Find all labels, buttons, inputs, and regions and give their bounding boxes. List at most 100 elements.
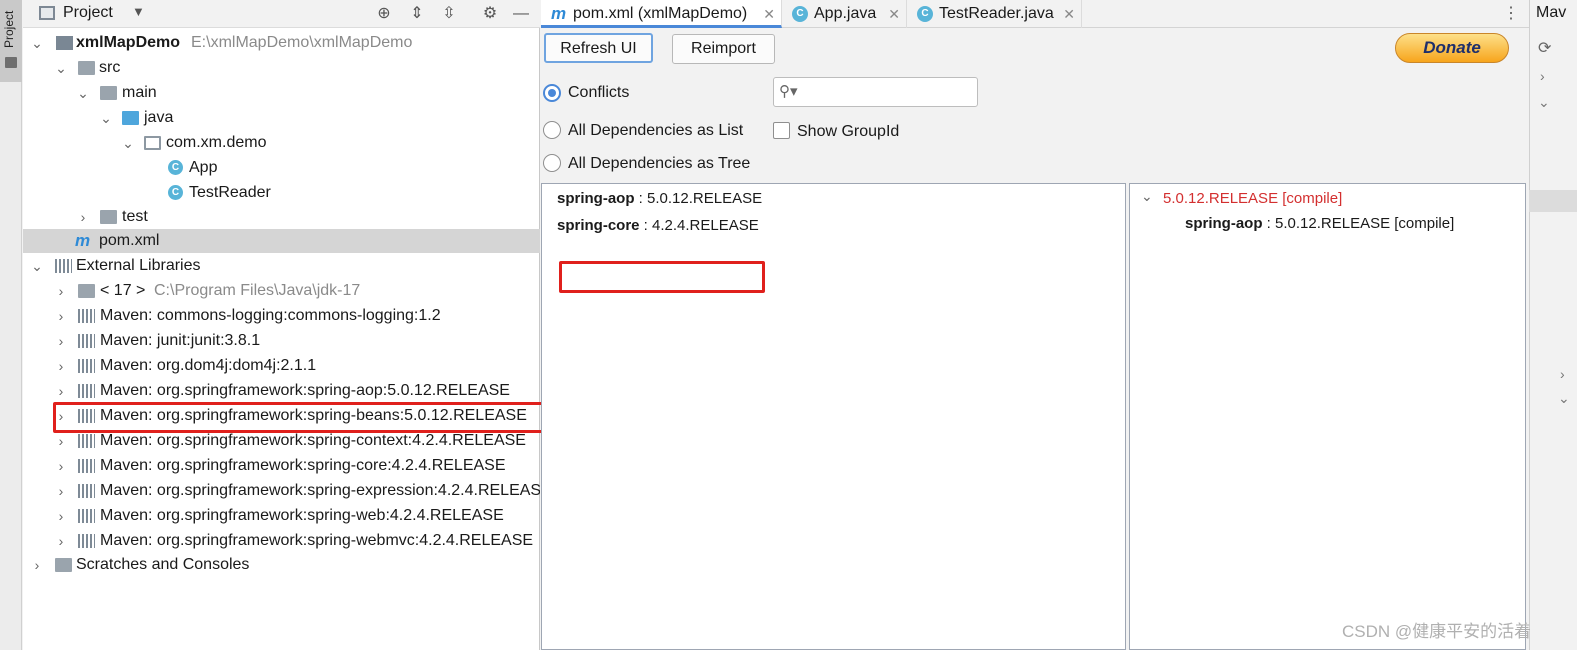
search-icon: ⚲▾: [779, 83, 798, 100]
tab-pom-xml[interactable]: m pom.xml (xmlMapDemo) ✕: [541, 0, 782, 28]
minimize-icon[interactable]: —: [512, 5, 530, 23]
chevron-right-icon[interactable]: ›: [54, 304, 68, 328]
refresh-ui-button[interactable]: Refresh UI: [544, 33, 653, 63]
java-class-icon: C: [168, 185, 183, 200]
tree-item-library[interactable]: › Maven: junit:junit:3.8.1: [23, 329, 540, 353]
project-view-icon: [39, 6, 55, 20]
chevron-down-icon[interactable]: ⌄: [1558, 390, 1570, 407]
chevron-right-icon[interactable]: ›: [1560, 366, 1565, 382]
library-icon: [78, 309, 95, 323]
tree-item-scratches[interactable]: › Scratches and Consoles: [23, 553, 540, 577]
tree-item-testreader[interactable]: C TestReader: [23, 181, 540, 205]
maven-selected-row[interactable]: [1529, 190, 1577, 212]
tree-item-library[interactable]: › Maven: org.springframework:spring-webm…: [23, 529, 540, 553]
locate-icon[interactable]: ⊕: [375, 5, 393, 23]
search-input[interactable]: [773, 77, 978, 107]
tree-item-pom[interactable]: m pom.xml: [23, 229, 540, 253]
tab-app-java[interactable]: C App.java ✕: [782, 0, 907, 28]
project-tool-label[interactable]: Project: [2, 4, 20, 54]
list-item[interactable]: spring-aop : 5.0.12.RELEASE [compile]: [1185, 215, 1454, 232]
tree-item-app[interactable]: C App: [23, 156, 540, 180]
maven-file-icon: m: [75, 231, 91, 250]
close-icon[interactable]: ✕: [1063, 0, 1075, 28]
as-list-radio[interactable]: [543, 121, 561, 139]
library-icon: [78, 509, 95, 523]
chevron-down-icon[interactable]: ⌄: [99, 106, 113, 130]
chevron-down-icon[interactable]: ⌄: [121, 131, 135, 155]
chevron-down-icon[interactable]: ⌄: [1141, 188, 1153, 205]
expand-all-icon[interactable]: ⇕: [408, 5, 426, 23]
folder-icon: [5, 57, 17, 68]
close-icon[interactable]: ✕: [763, 0, 775, 28]
tree-item-path: C:\Program Files\Java\jdk-17: [154, 282, 361, 299]
conflicts-label[interactable]: Conflicts: [568, 84, 629, 102]
donate-button[interactable]: Donate: [1395, 33, 1509, 63]
tree-item-label: External Libraries: [76, 257, 201, 274]
tab-testreader-java[interactable]: C TestReader.java ✕: [907, 0, 1082, 28]
tree-item-java[interactable]: ⌄ java: [23, 106, 540, 130]
chevron-down-icon[interactable]: ⌄: [54, 56, 68, 80]
chevron-down-icon[interactable]: ⌄: [1538, 94, 1550, 111]
tree-item-label: Scratches and Consoles: [76, 556, 250, 573]
list-item[interactable]: spring-core : 4.2.4.RELEASE: [557, 217, 759, 234]
as-list-label[interactable]: All Dependencies as List: [568, 122, 743, 140]
reimport-button[interactable]: Reimport: [672, 34, 775, 64]
module-icon: [56, 36, 73, 50]
tree-item-label: Maven: org.springframework:spring-core:4…: [100, 457, 506, 474]
watermark: CSDN @健康平安的活着: [1342, 622, 1532, 641]
library-icon: [55, 259, 72, 273]
chevron-down-icon[interactable]: ⌄: [76, 81, 90, 105]
close-icon[interactable]: ✕: [888, 0, 900, 28]
maven-panel-title[interactable]: Mav: [1536, 4, 1566, 22]
tree-item-library[interactable]: › Maven: org.dom4j:dom4j:2.1.1: [23, 354, 540, 378]
tree-item-package[interactable]: ⌄ com.xm.demo: [23, 131, 540, 155]
tree-item-jdk[interactable]: › < 17 > C:\Program Files\Java\jdk-17: [23, 279, 540, 303]
tree-item-library[interactable]: › Maven: org.springframework:spring-core…: [23, 454, 540, 478]
tree-item-src[interactable]: ⌄ src: [23, 56, 540, 80]
conflicts-list: [541, 183, 1126, 650]
chevron-down-icon[interactable]: ⌄: [30, 254, 44, 278]
tree-item-main[interactable]: ⌄ main: [23, 81, 540, 105]
list-item[interactable]: spring-aop : 5.0.12.RELEASE: [557, 190, 762, 207]
tree-item-test[interactable]: › test: [23, 205, 540, 229]
show-groupid-label[interactable]: Show GroupId: [797, 123, 899, 141]
as-tree-label[interactable]: All Dependencies as Tree: [568, 155, 750, 173]
library-icon: [78, 434, 95, 448]
tree-item-label: test: [122, 208, 148, 225]
chevron-right-icon[interactable]: ›: [54, 504, 68, 528]
chevron-right-icon[interactable]: ›: [1540, 68, 1545, 84]
folder-icon: [100, 86, 117, 100]
refresh-icon[interactable]: ⟳: [1538, 38, 1551, 58]
library-icon: [78, 359, 95, 373]
chevron-right-icon[interactable]: ›: [30, 553, 44, 577]
conflict-version[interactable]: 5.0.12.RELEASE [compile]: [1163, 190, 1342, 207]
chevron-right-icon[interactable]: ›: [76, 205, 90, 229]
gear-icon[interactable]: ⚙: [481, 5, 499, 23]
chevron-down-icon[interactable]: ▼: [132, 4, 145, 19]
chevron-right-icon[interactable]: ›: [54, 454, 68, 478]
chevron-right-icon[interactable]: ›: [54, 279, 68, 303]
tree-item-library[interactable]: › Maven: org.springframework:spring-expr…: [23, 479, 540, 503]
tree-item-library[interactable]: › Maven: commons-logging:commons-logging…: [23, 304, 540, 328]
chevron-down-icon[interactable]: ⌄: [30, 31, 44, 55]
tree-item-root[interactable]: ⌄ xmlMapDemo E:\xmlMapDemo\xmlMapDemo: [23, 31, 540, 55]
more-tabs-icon[interactable]: ⋮: [1503, 3, 1519, 23]
chevron-right-icon[interactable]: ›: [54, 479, 68, 503]
tree-item-label: TestReader: [189, 184, 271, 201]
chevron-right-icon[interactable]: ›: [54, 354, 68, 378]
jdk-icon: [78, 284, 95, 298]
chevron-right-icon[interactable]: ›: [54, 329, 68, 353]
java-class-icon: C: [168, 160, 183, 175]
project-panel-title[interactable]: Project: [63, 4, 113, 22]
show-groupid-checkbox[interactable]: [773, 122, 790, 139]
tree-item-library[interactable]: › Maven: org.springframework:spring-web:…: [23, 504, 540, 528]
collapse-all-icon[interactable]: ⇳: [440, 5, 458, 23]
as-tree-radio[interactable]: [543, 154, 561, 172]
chevron-right-icon[interactable]: ›: [54, 529, 68, 553]
tree-item-external-libraries[interactable]: ⌄ External Libraries: [23, 254, 540, 278]
conflicts-radio[interactable]: [543, 84, 561, 102]
tree-item-library[interactable]: › Maven: org.springframework:spring-aop:…: [23, 379, 540, 403]
tree-item-label: Maven: org.springframework:spring-aop:5.…: [100, 382, 510, 399]
chevron-right-icon[interactable]: ›: [54, 379, 68, 403]
tree-item-label: src: [99, 59, 121, 76]
